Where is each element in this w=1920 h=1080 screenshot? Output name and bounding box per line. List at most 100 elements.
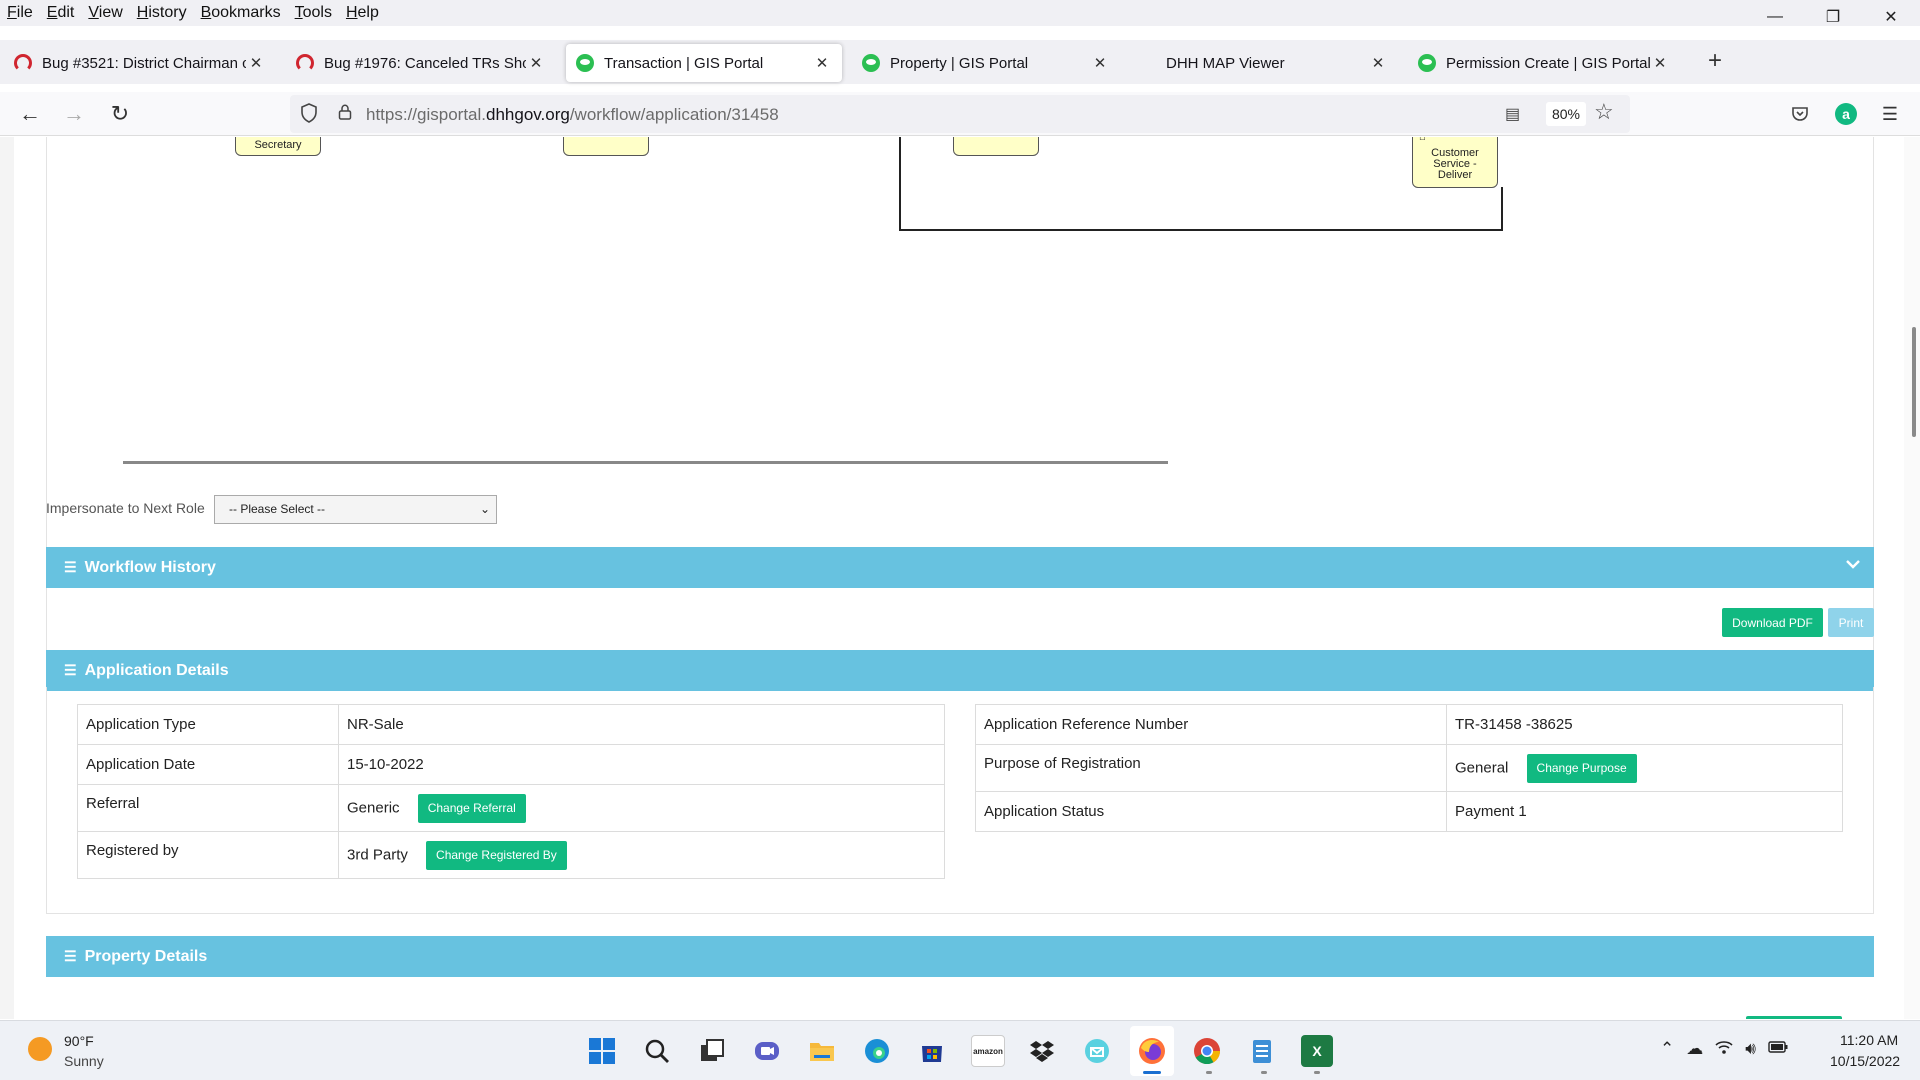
field-value: TR-31458 -38625 bbox=[1446, 704, 1843, 745]
close-window-button[interactable]: ✕ bbox=[1862, 0, 1920, 34]
bookmark-star-icon[interactable]: ☆ bbox=[1594, 99, 1614, 125]
restore-button[interactable]: ❐ bbox=[1804, 0, 1862, 34]
reader-view-icon[interactable]: ▤ bbox=[1505, 104, 1520, 124]
workflow-connector bbox=[1501, 187, 1503, 231]
hamburger-menu-icon[interactable]: ☰ bbox=[1874, 98, 1906, 130]
partially-visible-button[interactable] bbox=[1746, 1016, 1842, 1019]
diagram-horizontal-scrollbar[interactable] bbox=[123, 461, 1168, 464]
task-view-icon[interactable] bbox=[696, 1035, 728, 1067]
back-button[interactable]: ← bbox=[14, 98, 46, 130]
windows-start-icon[interactable] bbox=[586, 1035, 618, 1067]
impersonate-role-select[interactable]: -- Please Select -- ⌄ bbox=[214, 495, 497, 524]
clock-date[interactable]: 10/15/2022 bbox=[1830, 1053, 1900, 1069]
messenger-icon[interactable] bbox=[1081, 1035, 1113, 1067]
weather-temperature[interactable]: 90°F bbox=[64, 1033, 94, 1049]
tab-close-icon[interactable]: ✕ bbox=[1090, 54, 1110, 72]
print-button[interactable]: Print bbox=[1828, 608, 1874, 637]
battery-icon[interactable] bbox=[1768, 1039, 1788, 1060]
tab-close-icon[interactable]: ✕ bbox=[526, 54, 546, 72]
workflow-node-customer-service-deliver[interactable]: ⌂ Customer Service - Deliver bbox=[1412, 137, 1498, 188]
forward-button[interactable]: → bbox=[58, 98, 90, 130]
volume-icon[interactable]: 🔊︎ bbox=[1745, 1039, 1756, 1060]
workflow-node[interactable] bbox=[563, 137, 649, 156]
change-purpose-button[interactable]: Change Purpose bbox=[1526, 753, 1637, 783]
workflow-node[interactable] bbox=[953, 137, 1039, 156]
menu-edit[interactable]: Edit bbox=[40, 4, 82, 22]
change-referral-button[interactable]: Change Referral bbox=[417, 793, 526, 823]
field-label: Application Status bbox=[975, 791, 1447, 832]
microsoft-store-icon[interactable] bbox=[916, 1035, 948, 1067]
notepad-icon[interactable] bbox=[1246, 1035, 1278, 1067]
lock-icon[interactable] bbox=[338, 104, 352, 120]
menu-bookmarks[interactable]: Bookmarks bbox=[194, 4, 288, 22]
workflow-node-secretary[interactable]: Secretary bbox=[235, 137, 321, 156]
account-icon[interactable]: a bbox=[1830, 98, 1862, 130]
pocket-icon[interactable] bbox=[1784, 98, 1816, 130]
running-indicator bbox=[1314, 1071, 1320, 1074]
table-row: Application Reference Number TR-31458 -3… bbox=[975, 704, 1843, 745]
system-tray: ⌃ ☁ 🔊︎ bbox=[1660, 1039, 1788, 1060]
minimize-button[interactable]: — bbox=[1746, 0, 1804, 34]
url-text[interactable]: https://gisportal.dhhgov.org/workflow/ap… bbox=[366, 105, 779, 125]
tab-permission-create[interactable]: Permission Create | GIS Portal ✕ bbox=[1408, 44, 1680, 82]
select-value: -- Please Select -- bbox=[229, 502, 326, 516]
dropbox-icon[interactable] bbox=[1026, 1035, 1058, 1067]
tab-close-icon[interactable]: ✕ bbox=[1368, 54, 1388, 72]
onedrive-cloud-icon[interactable]: ☁ bbox=[1686, 1039, 1703, 1060]
property-details-header[interactable]: ☰ Property Details bbox=[46, 936, 1874, 977]
tab-property[interactable]: Property | GIS Portal ✕ bbox=[852, 44, 1120, 82]
user-icon: ⌂ bbox=[1419, 137, 1426, 143]
weather-condition[interactable]: Sunny bbox=[64, 1053, 104, 1069]
tab-close-icon[interactable]: ✕ bbox=[1650, 54, 1670, 72]
field-value-cell: Generic Change Referral bbox=[338, 784, 945, 832]
field-value: Generic bbox=[347, 798, 400, 816]
chevron-down-icon[interactable] bbox=[1846, 556, 1860, 574]
chrome-icon[interactable] bbox=[1191, 1035, 1223, 1067]
blank-favicon-icon bbox=[1138, 54, 1156, 72]
wifi-icon[interactable] bbox=[1715, 1039, 1733, 1060]
section-title: Application Details bbox=[84, 661, 229, 679]
field-label: Referral bbox=[77, 784, 339, 832]
menu-view[interactable]: View bbox=[81, 4, 129, 22]
file-explorer-icon[interactable] bbox=[806, 1035, 838, 1067]
sun-icon[interactable] bbox=[28, 1037, 52, 1061]
scrollbar-thumb[interactable] bbox=[1912, 327, 1916, 437]
change-registered-by-button[interactable]: Change Registered By bbox=[426, 840, 567, 870]
application-details-right-table: Application Reference Number TR-31458 -3… bbox=[975, 704, 1843, 832]
edge-browser-icon[interactable] bbox=[861, 1035, 893, 1067]
reload-button[interactable]: ↻ bbox=[104, 98, 136, 130]
application-details-header[interactable]: ☰ Application Details bbox=[46, 650, 1874, 691]
field-value-cell: General Change Purpose bbox=[1446, 744, 1843, 792]
menu-help[interactable]: Help bbox=[339, 4, 386, 22]
menu-history[interactable]: History bbox=[130, 4, 194, 22]
search-icon[interactable] bbox=[641, 1035, 673, 1067]
tab-dhh-map-viewer[interactable]: DHH MAP Viewer ✕ bbox=[1130, 44, 1398, 82]
zoom-level-badge[interactable]: 80% bbox=[1546, 102, 1586, 126]
url-bar[interactable]: https://gisportal.dhhgov.org/workflow/ap… bbox=[290, 95, 1630, 133]
workflow-history-header[interactable]: ☰ Workflow History bbox=[46, 547, 1874, 588]
menu-file[interactable]: File bbox=[0, 4, 40, 22]
excel-icon[interactable]: X bbox=[1301, 1035, 1333, 1067]
chevron-up-icon[interactable]: ⌃ bbox=[1660, 1039, 1674, 1060]
shield-icon[interactable] bbox=[300, 103, 318, 123]
firefox-icon[interactable] bbox=[1136, 1035, 1168, 1067]
list-icon: ☰ bbox=[64, 948, 77, 964]
tab-bug-1976[interactable]: Bug #1976: Canceled TRs Shoul ✕ bbox=[286, 44, 556, 82]
download-pdf-button[interactable]: Download PDF bbox=[1722, 608, 1823, 637]
tab-close-icon[interactable]: ✕ bbox=[246, 54, 266, 72]
amazon-app-icon[interactable]: amazon bbox=[971, 1035, 1005, 1067]
table-row: Application Date 15-10-2022 bbox=[77, 744, 945, 785]
new-tab-button[interactable]: + bbox=[1700, 44, 1730, 78]
menu-tools[interactable]: Tools bbox=[288, 4, 339, 22]
teams-chat-icon[interactable] bbox=[751, 1035, 783, 1067]
chevron-down-icon: ⌄ bbox=[479, 502, 490, 516]
field-label: Application Type bbox=[77, 704, 339, 745]
tab-bug-3521[interactable]: Bug #3521: District Chairman ca ✕ bbox=[4, 44, 276, 82]
field-value: 15-10-2022 bbox=[338, 744, 945, 785]
table-row: Registered by 3rd Party Change Registere… bbox=[77, 831, 945, 879]
list-icon: ☰ bbox=[64, 559, 77, 575]
clock-time[interactable]: 11:20 AM bbox=[1840, 1032, 1898, 1048]
page-vertical-scrollbar[interactable] bbox=[1904, 137, 1920, 1019]
tab-close-icon[interactable]: ✕ bbox=[812, 54, 832, 72]
tab-transaction[interactable]: Transaction | GIS Portal ✕ bbox=[566, 44, 842, 82]
